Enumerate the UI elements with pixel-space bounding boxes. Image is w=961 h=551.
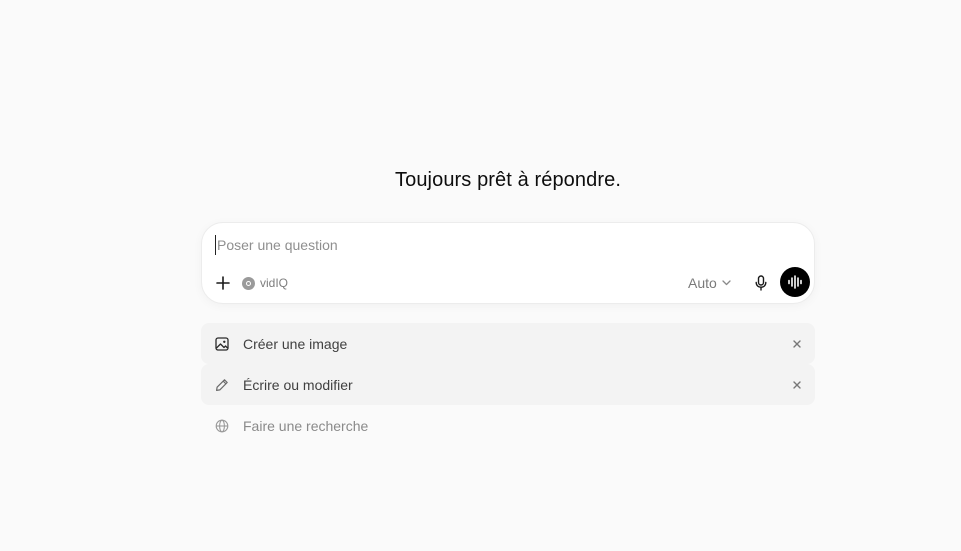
close-icon[interactable] [789,377,805,393]
suggestion-write-edit[interactable]: Écrire ou modifier [201,364,815,405]
tool-chip-label: vidIQ [260,276,289,290]
suggestion-label: Créer une image [243,335,348,352]
voice-waveform-icon [788,275,802,289]
vidiq-icon [242,276,255,290]
plus-icon [216,276,230,290]
vidiq-tool-chip[interactable]: vidIQ [242,274,288,292]
chevron-down-icon [722,280,731,286]
suggestion-list: Créer une image Écrire ou modifier Faire… [201,323,815,446]
composer: vidIQ Auto [201,222,815,304]
pencil-icon [214,377,230,393]
image-icon [214,336,230,352]
prompt-input[interactable] [215,235,777,255]
suggestion-create-image[interactable]: Créer une image [201,323,815,364]
microphone-icon [755,275,767,291]
page-title: Toujours prêt à répondre. [395,169,621,191]
dictate-button[interactable] [750,272,772,294]
suggestion-label: Écrire ou modifier [243,376,353,393]
model-selector-label: Auto [688,275,717,291]
model-selector[interactable]: Auto [688,274,731,292]
voice-mode-button[interactable] [780,267,810,297]
close-icon[interactable] [789,336,805,352]
globe-icon [214,418,230,434]
suggestion-label: Faire une recherche [243,417,369,434]
page: Toujours prêt à répondre. vidIQ Auto [0,0,961,551]
add-button[interactable] [212,272,234,294]
suggestion-search[interactable]: Faire une recherche [201,405,815,446]
